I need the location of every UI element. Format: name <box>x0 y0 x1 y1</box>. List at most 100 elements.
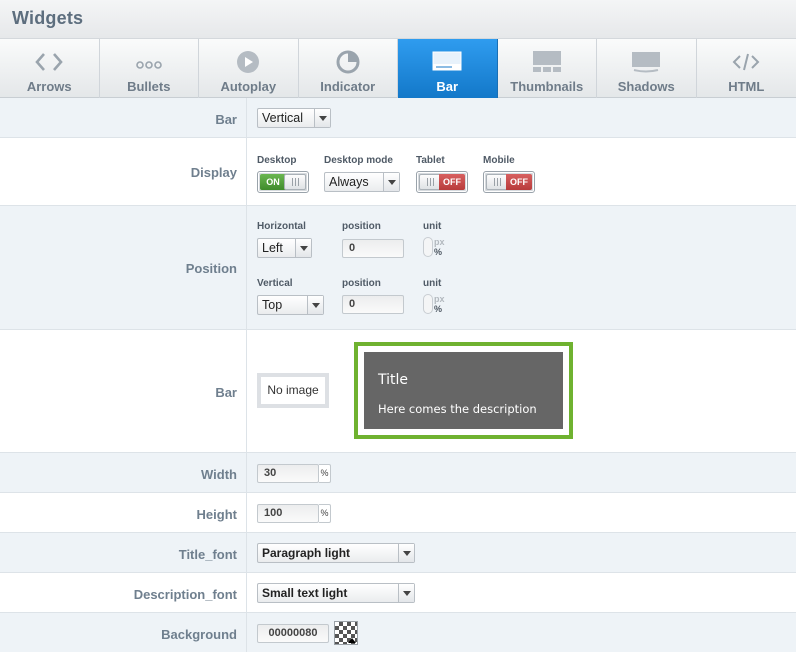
horizontal-value: Left <box>262 241 283 255</box>
tab-label: HTML <box>728 79 765 94</box>
width-input[interactable]: 30 <box>257 464 319 483</box>
title-font-value: Paragraph light <box>262 546 351 560</box>
vertical-select[interactable]: Top <box>257 295 324 315</box>
horizontal-label: Horizontal <box>257 221 306 232</box>
horizontal-select[interactable]: Left <box>257 238 312 258</box>
tab-bar[interactable]: Bar <box>398 39 498 98</box>
display-row: Display Desktop ON Desktop mode Always T… <box>0 138 796 206</box>
description-font-value: Small text light <box>262 586 348 600</box>
description-font-select[interactable]: Small text light <box>257 583 415 603</box>
title-font-select[interactable]: Paragraph light <box>257 543 415 563</box>
chevron-down-icon <box>295 239 311 257</box>
widgets-header: Widgets <box>0 0 796 39</box>
height-label: Height <box>196 507 237 522</box>
background-color-input[interactable]: 00000080 <box>257 624 329 643</box>
h-position-label: position <box>342 221 381 232</box>
page-title: Widgets <box>12 8 84 28</box>
unit-percent: % <box>434 247 443 257</box>
toggle-knob <box>419 174 441 190</box>
height-input[interactable]: 100 <box>257 504 319 523</box>
v-position-label: position <box>342 278 381 289</box>
tab-label: Autoplay <box>220 79 277 94</box>
preview-title: Title <box>378 372 409 388</box>
tablet-toggle[interactable]: OFF <box>416 171 468 193</box>
widget-tabs: Arrows Bullets Autoplay Indicator Bar Th… <box>0 39 796 98</box>
vertical-value: Top <box>262 298 283 312</box>
preview-bar: Title Here comes the description <box>364 352 563 429</box>
bar-preview-row: Bar No image Title Here comes the descri… <box>0 330 796 453</box>
title-font-row: Title_font Paragraph light <box>0 533 796 573</box>
tab-label: Bullets <box>127 79 171 94</box>
shadows-icon <box>629 49 663 75</box>
thumbnails-icon <box>530 49 564 75</box>
chevron-down-icon <box>398 584 414 602</box>
width-row: Width 30 % <box>0 453 796 493</box>
h-unit-options: px % <box>434 237 445 257</box>
unit-percent: % <box>434 304 443 314</box>
bar-type-value: Vertical <box>262 111 303 125</box>
tab-label: Thumbnails <box>510 79 584 94</box>
height-unit: % <box>319 504 331 523</box>
v-unit-switch[interactable] <box>423 294 433 314</box>
desktop-mode-value: Always <box>329 175 369 189</box>
h-unit-label: unit <box>423 221 442 232</box>
toggle-knob <box>486 174 508 190</box>
v-unit-label: unit <box>423 278 442 289</box>
tab-label: Indicator <box>320 79 376 94</box>
bar-style-preview[interactable]: Title Here comes the description <box>354 342 573 439</box>
unit-px: px <box>434 294 445 304</box>
width-label: Width <box>201 467 237 482</box>
title-font-label: Title_font <box>178 547 237 562</box>
height-row: Height 100 % <box>0 493 796 533</box>
bullets-icon <box>132 49 166 75</box>
toggle-off-text: OFF <box>439 174 465 190</box>
display-label: Display <box>190 165 237 180</box>
tab-shadows[interactable]: Shadows <box>597 39 697 98</box>
tab-label: Bar <box>436 79 459 94</box>
chevron-down-icon <box>307 296 323 314</box>
bar-type-select[interactable]: Vertical <box>257 108 331 128</box>
h-position-input[interactable]: 0 <box>342 239 404 258</box>
background-row: Background 00000080 <box>0 613 796 652</box>
html-icon <box>729 49 763 75</box>
indicator-icon <box>331 49 365 75</box>
tab-label: Arrows <box>26 79 72 94</box>
v-unit-options: px % <box>434 294 445 314</box>
tab-bullets[interactable]: Bullets <box>100 39 199 98</box>
background-label: Background <box>161 627 237 642</box>
tab-thumbnails[interactable]: Thumbnails <box>498 39 597 98</box>
desktop-mode-select[interactable]: Always <box>324 172 400 192</box>
play-icon <box>231 49 265 75</box>
toggle-off-text: OFF <box>506 174 532 190</box>
vertical-label: Vertical <box>257 278 293 289</box>
tab-autoplay[interactable]: Autoplay <box>199 39 299 98</box>
desktop-label: Desktop <box>257 155 297 166</box>
bar-image-picker[interactable]: No image <box>257 373 329 408</box>
description-font-row: Description_font Small text light <box>0 573 796 613</box>
arrows-icon <box>32 49 66 75</box>
bar-icon <box>430 49 464 75</box>
bar-row: Bar Vertical <box>0 98 796 138</box>
chevron-down-icon <box>398 544 414 562</box>
tab-indicator[interactable]: Indicator <box>299 39 398 98</box>
preview-description: Here comes the description <box>378 402 537 416</box>
width-unit: % <box>319 464 331 483</box>
tab-label: Shadows <box>617 79 675 94</box>
bar-preview-label: Bar <box>215 385 237 400</box>
h-unit-switch[interactable] <box>423 237 433 257</box>
description-font-label: Description_font <box>133 587 237 602</box>
v-position-input[interactable]: 0 <box>342 295 404 314</box>
desktop-mode-label: Desktop mode <box>324 155 393 166</box>
tab-arrows[interactable]: Arrows <box>0 39 100 98</box>
tablet-label: Tablet <box>416 155 445 166</box>
tab-html[interactable]: HTML <box>697 39 796 98</box>
position-row: Position Horizontal Left position 0 unit… <box>0 206 796 330</box>
mobile-label: Mobile <box>483 155 515 166</box>
desktop-toggle[interactable]: ON <box>257 171 309 193</box>
mobile-toggle[interactable]: OFF <box>483 171 535 193</box>
unit-px: px <box>434 237 445 247</box>
toggle-on-text: ON <box>260 174 286 190</box>
chevron-down-icon <box>314 109 330 127</box>
position-label: Position <box>185 261 237 276</box>
color-picker-swatch[interactable] <box>334 621 358 645</box>
